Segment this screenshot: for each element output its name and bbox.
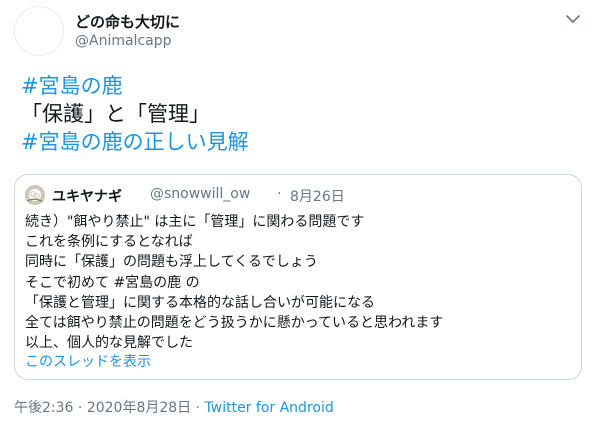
quoted-handle: @snowwill_ow bbox=[150, 186, 251, 202]
meta-separator: · bbox=[73, 400, 87, 416]
hashtag-link[interactable]: #宮島の鹿の正しい見解 bbox=[21, 128, 249, 156]
hashtag-link[interactable]: #宮島の鹿 bbox=[21, 72, 249, 100]
quoted-text-line: 同時に「保護」の問題も浮上してくるでしょう bbox=[25, 254, 318, 271]
quoted-text-line: これを条例にするとなれば bbox=[25, 234, 193, 251]
quoted-separator: · bbox=[277, 186, 282, 202]
source-app-link[interactable]: Twitter for Android bbox=[205, 400, 334, 416]
quoted-text-line: 「保護と管理」に関する本格的な話し合いが可能になる bbox=[25, 294, 375, 311]
tweet-time[interactable]: 午後2:36 bbox=[14, 400, 73, 416]
quoted-tweet[interactable]: ユキヤナギ @snowwill_ow · 8月26日 続き）"餌やり禁止" は主… bbox=[14, 174, 582, 380]
tweet-metadata: 午後2:36 · 2020年8月28日 · Twitter for Androi… bbox=[14, 397, 334, 417]
author-display-name[interactable]: どの命も大切に bbox=[75, 11, 180, 32]
author-avatar[interactable] bbox=[14, 6, 64, 56]
author-handle[interactable]: @Animalcapp bbox=[75, 33, 172, 49]
quoted-text-line: そこで初めて #宮島の鹿 の bbox=[25, 274, 200, 291]
quoted-author-avatar bbox=[25, 185, 45, 205]
tweet-card: どの命も大切に @Animalcapp #宮島の鹿 「保護」と「管理」 #宮島の… bbox=[0, 0, 595, 426]
quoted-text: 続き）"餌やり禁止" は主に「管理」に関わる問題です これを条例にするとなれば … bbox=[25, 212, 443, 353]
chevron-down-icon[interactable] bbox=[562, 8, 584, 30]
tweet-text: #宮島の鹿 「保護」と「管理」 #宮島の鹿の正しい見解 bbox=[21, 72, 249, 156]
show-thread-link[interactable]: このスレッドを表示 bbox=[25, 351, 151, 371]
tweet-text-line: 「保護」と「管理」 bbox=[21, 102, 210, 126]
quoted-text-line: 続き）"餌やり禁止" は主に「管理」に関わる問題です bbox=[25, 214, 365, 230]
meta-separator: · bbox=[191, 400, 205, 416]
quoted-date: 8月26日 bbox=[290, 189, 345, 205]
quoted-text-line: 全ては餌やり禁止の問題をどう扱うかに懸かっていると思われます bbox=[25, 315, 444, 332]
quoted-display-name: ユキヤナギ bbox=[52, 189, 122, 205]
tweet-date[interactable]: 2020年8月28日 bbox=[87, 400, 191, 416]
